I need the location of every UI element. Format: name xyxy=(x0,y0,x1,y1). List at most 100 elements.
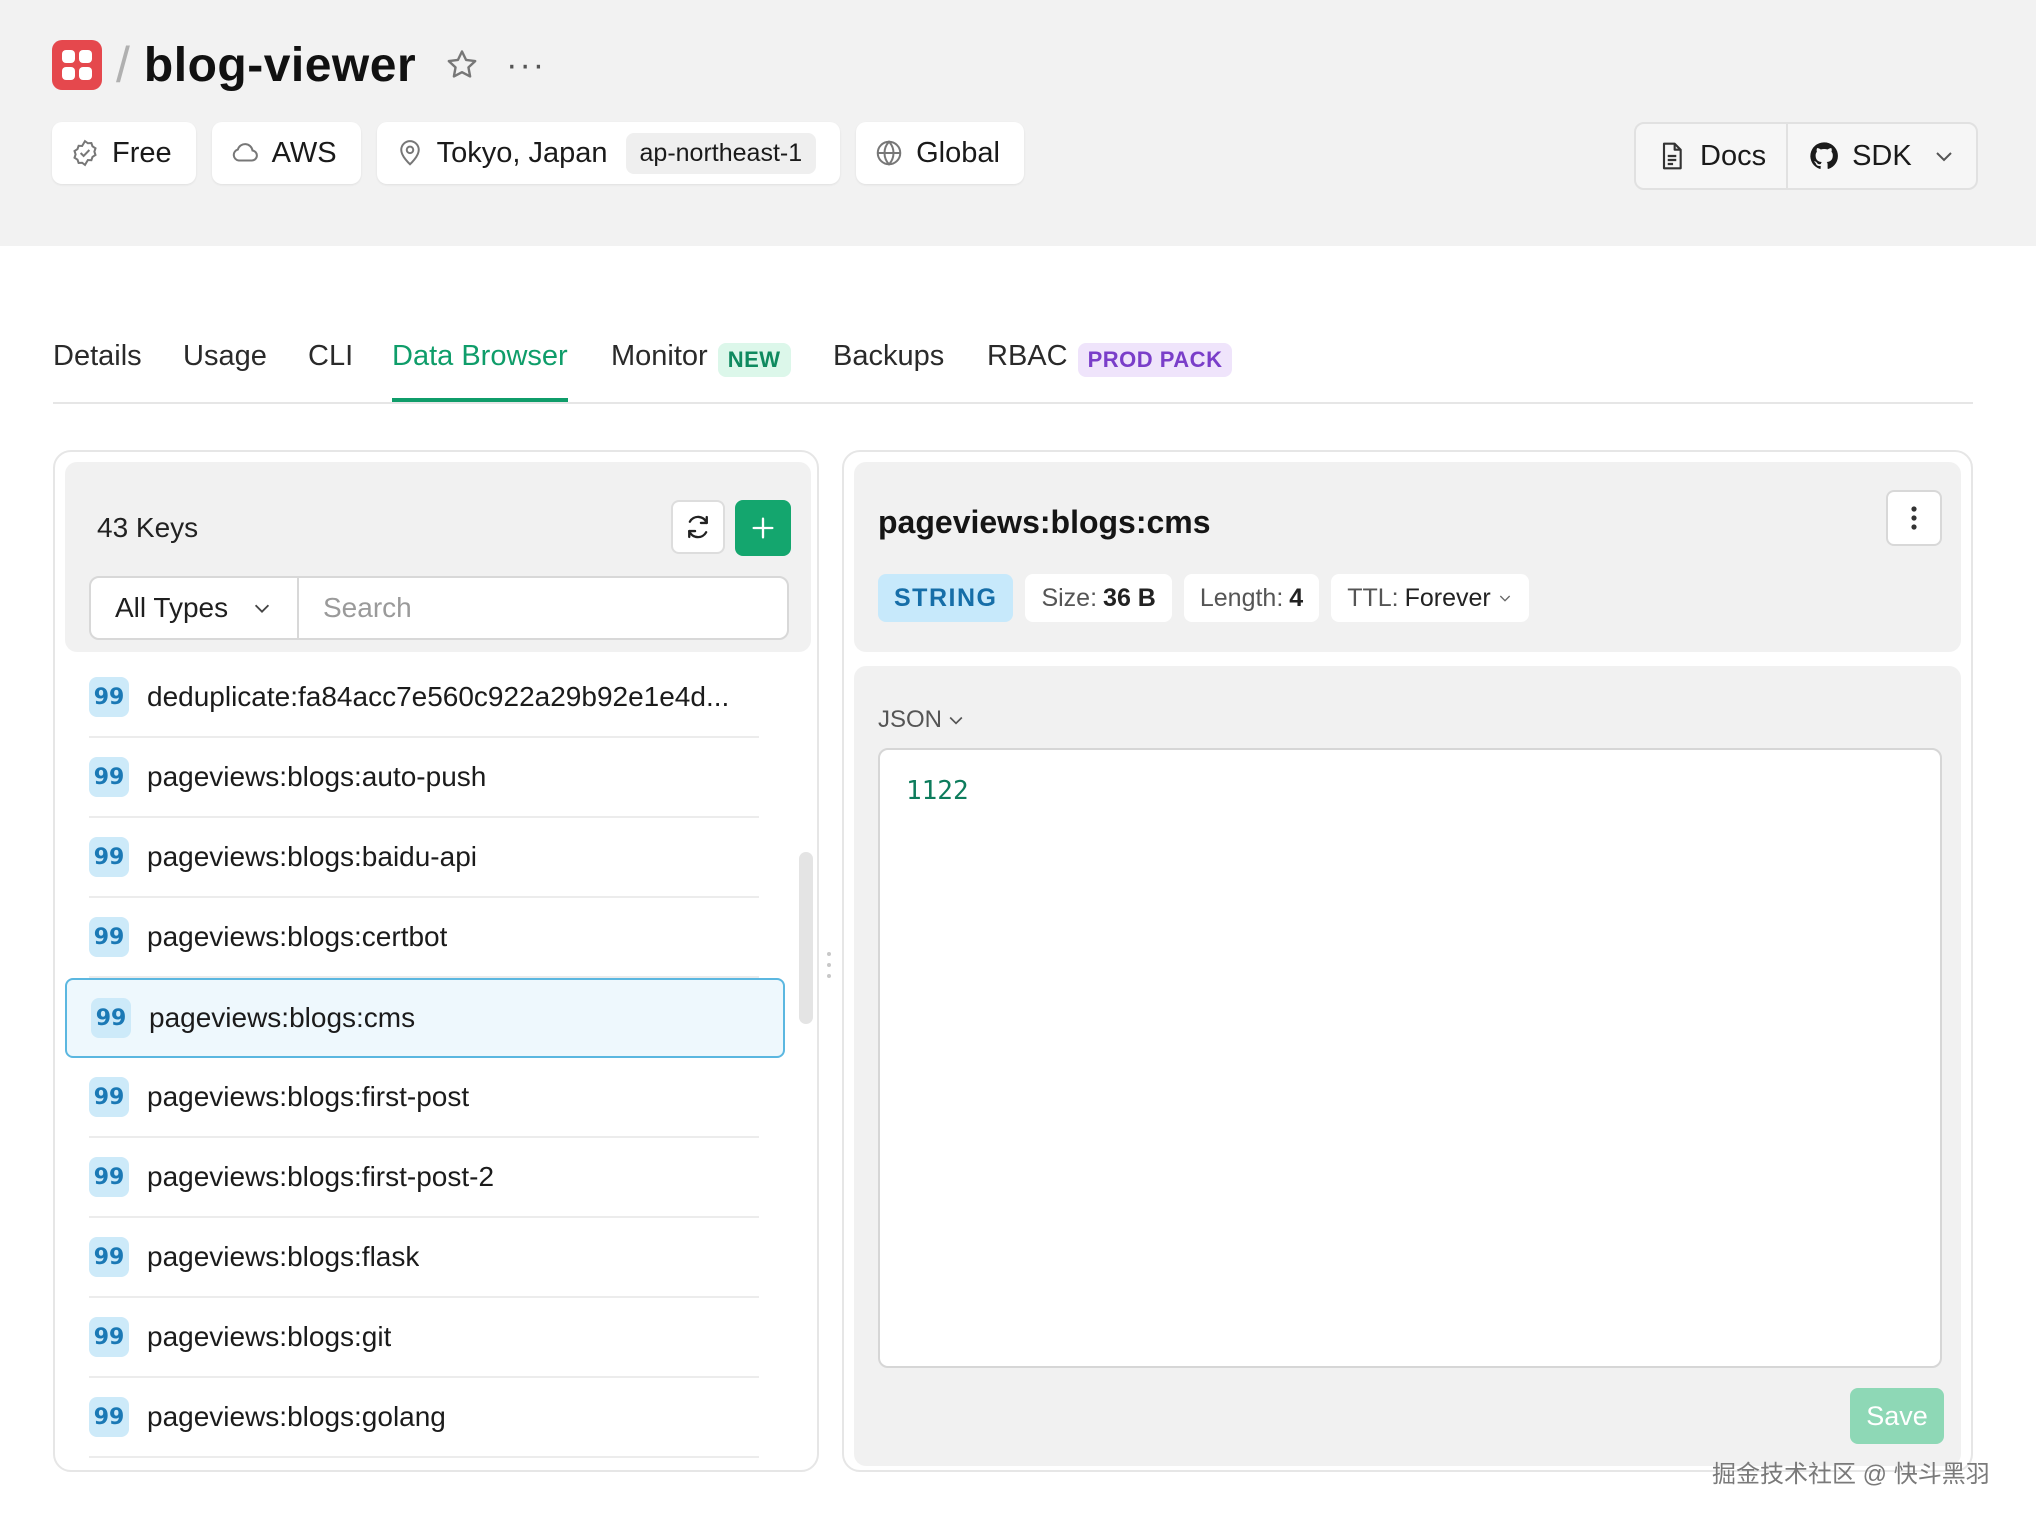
key-detail-header: pageviews:blogs:cms STRING Size: 36 B Le… xyxy=(854,462,1961,652)
type-filter-label: All Types xyxy=(115,592,229,623)
key-row-selected[interactable]: 99 pageviews:blogs:cms xyxy=(65,978,785,1058)
length-pill: Length: 4 xyxy=(1183,574,1320,622)
project-info-chips: Free AWS Tokyo, Japan ap-northeast-1 Glo… xyxy=(52,122,1024,184)
key-filter-bar: All Types xyxy=(89,576,789,640)
docs-label: Docs xyxy=(1700,139,1767,172)
key-row[interactable]: 99 pageviews:blogs:first-post xyxy=(89,1058,759,1138)
key-detail-panel: pageviews:blogs:cms STRING Size: 36 B Le… xyxy=(842,450,1973,1472)
tab-rbac[interactable]: RBAC PROD PACK xyxy=(987,330,1233,400)
sdk-label: SDK xyxy=(1852,139,1912,172)
provider-label: AWS xyxy=(271,136,337,169)
key-name: pageviews:blogs:certbot xyxy=(147,921,448,952)
region-code: ap-northeast-1 xyxy=(625,132,817,174)
ttl-dropdown[interactable]: TTL: Forever xyxy=(1331,574,1529,622)
docs-button[interactable]: Docs xyxy=(1636,124,1786,188)
string-quote-icon: 99 xyxy=(89,677,129,717)
region-label: Tokyo, Japan xyxy=(436,136,608,169)
tab-details[interactable]: Details xyxy=(53,330,142,400)
map-pin-icon xyxy=(399,140,420,166)
string-quote-icon: 99 xyxy=(89,1157,129,1197)
more-options-icon[interactable]: ··· xyxy=(506,46,546,85)
vertical-dots-icon xyxy=(1911,506,1917,530)
watermark: 掘金技术社区 @ 快斗黑羽 xyxy=(1712,1461,1990,1488)
globe-icon xyxy=(876,140,902,166)
size-pill: Size: 36 B xyxy=(1025,574,1172,622)
scope-label: Global xyxy=(916,136,1000,169)
string-quote-icon: 99 xyxy=(89,1077,129,1117)
tab-monitor[interactable]: Monitor NEW xyxy=(611,330,791,400)
document-icon xyxy=(1662,142,1682,170)
tab-data-browser[interactable]: Data Browser xyxy=(392,330,568,402)
size-label: Size: xyxy=(1041,583,1098,612)
key-search-input[interactable] xyxy=(299,578,787,638)
scope-chip: Global xyxy=(856,122,1024,184)
key-list-header: 43 Keys All Types xyxy=(65,462,811,652)
breadcrumb-separator: / xyxy=(116,37,130,93)
key-row[interactable]: 99 pageviews:blogs:first-post-2 xyxy=(89,1138,759,1218)
panel-resize-handle[interactable] xyxy=(826,950,832,980)
value-text[interactable]: 1122 xyxy=(906,776,969,806)
format-label: JSON xyxy=(878,706,943,733)
tab-rbac-label: RBAC xyxy=(987,340,1068,372)
length-label: Length: xyxy=(1199,583,1284,612)
project-name: blog-viewer xyxy=(143,38,417,92)
plan-label: Free xyxy=(112,136,172,169)
key-meta: STRING Size: 36 B Length: 4 TTL: Forever xyxy=(878,574,1529,622)
github-icon xyxy=(1810,142,1839,169)
chevron-down-icon xyxy=(254,604,270,613)
app-logo-icon[interactable] xyxy=(52,40,102,90)
key-row[interactable]: 99 pageviews:blogs:baidu-api xyxy=(89,818,759,898)
ttl-label: TTL: xyxy=(1347,583,1399,612)
string-quote-icon: 99 xyxy=(91,998,131,1038)
length-value: 4 xyxy=(1289,583,1304,612)
value-editor[interactable]: 1122 xyxy=(878,748,1942,1368)
key-row[interactable]: 99 pageviews:blogs:git xyxy=(89,1298,759,1378)
key-name: pageviews:blogs:baidu-api xyxy=(147,841,477,872)
sdk-dropdown-button[interactable]: SDK xyxy=(1786,124,1976,188)
key-row[interactable]: 99 deduplicate:fa84acc7e560c922a29b92e1e4… xyxy=(89,658,759,738)
tab-backups[interactable]: Backups xyxy=(833,330,944,400)
chevron-down-icon xyxy=(1936,152,1952,162)
prod-pack-badge: PROD PACK xyxy=(1077,343,1233,377)
project-title-row: / blog-viewer ··· xyxy=(52,34,546,96)
badge-check-icon xyxy=(73,139,97,167)
format-dropdown[interactable]: JSON xyxy=(878,706,966,734)
size-value: 36 B xyxy=(1103,583,1156,612)
tab-usage[interactable]: Usage xyxy=(183,330,267,400)
value-editor-area: JSON 1122 Save xyxy=(854,666,1961,1466)
key-name: pageviews:blogs:git xyxy=(147,1321,392,1352)
key-name: pageviews:blogs:auto-push xyxy=(147,761,487,792)
refresh-button[interactable] xyxy=(671,500,725,554)
string-quote-icon: 99 xyxy=(89,837,129,877)
string-quote-icon: 99 xyxy=(89,917,129,957)
chevron-down-icon xyxy=(1499,595,1510,602)
key-row[interactable]: 99 pageviews:blogs:auto-push xyxy=(89,738,759,818)
type-filter-dropdown[interactable]: All Types xyxy=(91,578,299,638)
key-name: pageviews:blogs:flask xyxy=(147,1241,420,1272)
plus-icon xyxy=(752,517,774,539)
string-quote-icon: 99 xyxy=(89,1397,129,1437)
key-list: 99 deduplicate:fa84acc7e560c922a29b92e1e4… xyxy=(65,658,785,1458)
save-button[interactable]: Save xyxy=(1850,1388,1944,1444)
key-list-scrollbar[interactable] xyxy=(799,852,813,1024)
tab-monitor-label: Monitor xyxy=(611,340,708,372)
tab-cli[interactable]: CLI xyxy=(308,330,353,400)
tab-bar: Details Usage CLI Data Browser Monitor N… xyxy=(53,330,1973,404)
refresh-icon xyxy=(688,515,708,539)
key-row[interactable]: 99 pageviews:blogs:certbot xyxy=(89,898,759,978)
string-quote-icon: 99 xyxy=(89,1317,129,1357)
key-list-panel: 43 Keys All Types 99 deduplicate:fa84acc7… xyxy=(53,450,819,1472)
key-count: 43 Keys xyxy=(97,512,199,543)
key-row[interactable]: 99 pageviews:blogs:golang xyxy=(89,1378,759,1458)
key-name: pageviews:blogs:first-post-2 xyxy=(147,1161,495,1192)
region-chip: Tokyo, Japan ap-northeast-1 xyxy=(376,122,841,184)
string-quote-icon: 99 xyxy=(89,1237,129,1277)
plan-chip: Free xyxy=(52,122,196,184)
key-actions-button[interactable] xyxy=(1886,490,1942,546)
provider-chip: AWS xyxy=(211,122,361,184)
chevron-down-icon xyxy=(949,716,963,725)
star-icon[interactable] xyxy=(444,47,480,83)
key-row[interactable]: 99 pageviews:blogs:flask xyxy=(89,1218,759,1298)
add-key-button[interactable] xyxy=(735,500,791,556)
type-badge: STRING xyxy=(878,574,1014,622)
